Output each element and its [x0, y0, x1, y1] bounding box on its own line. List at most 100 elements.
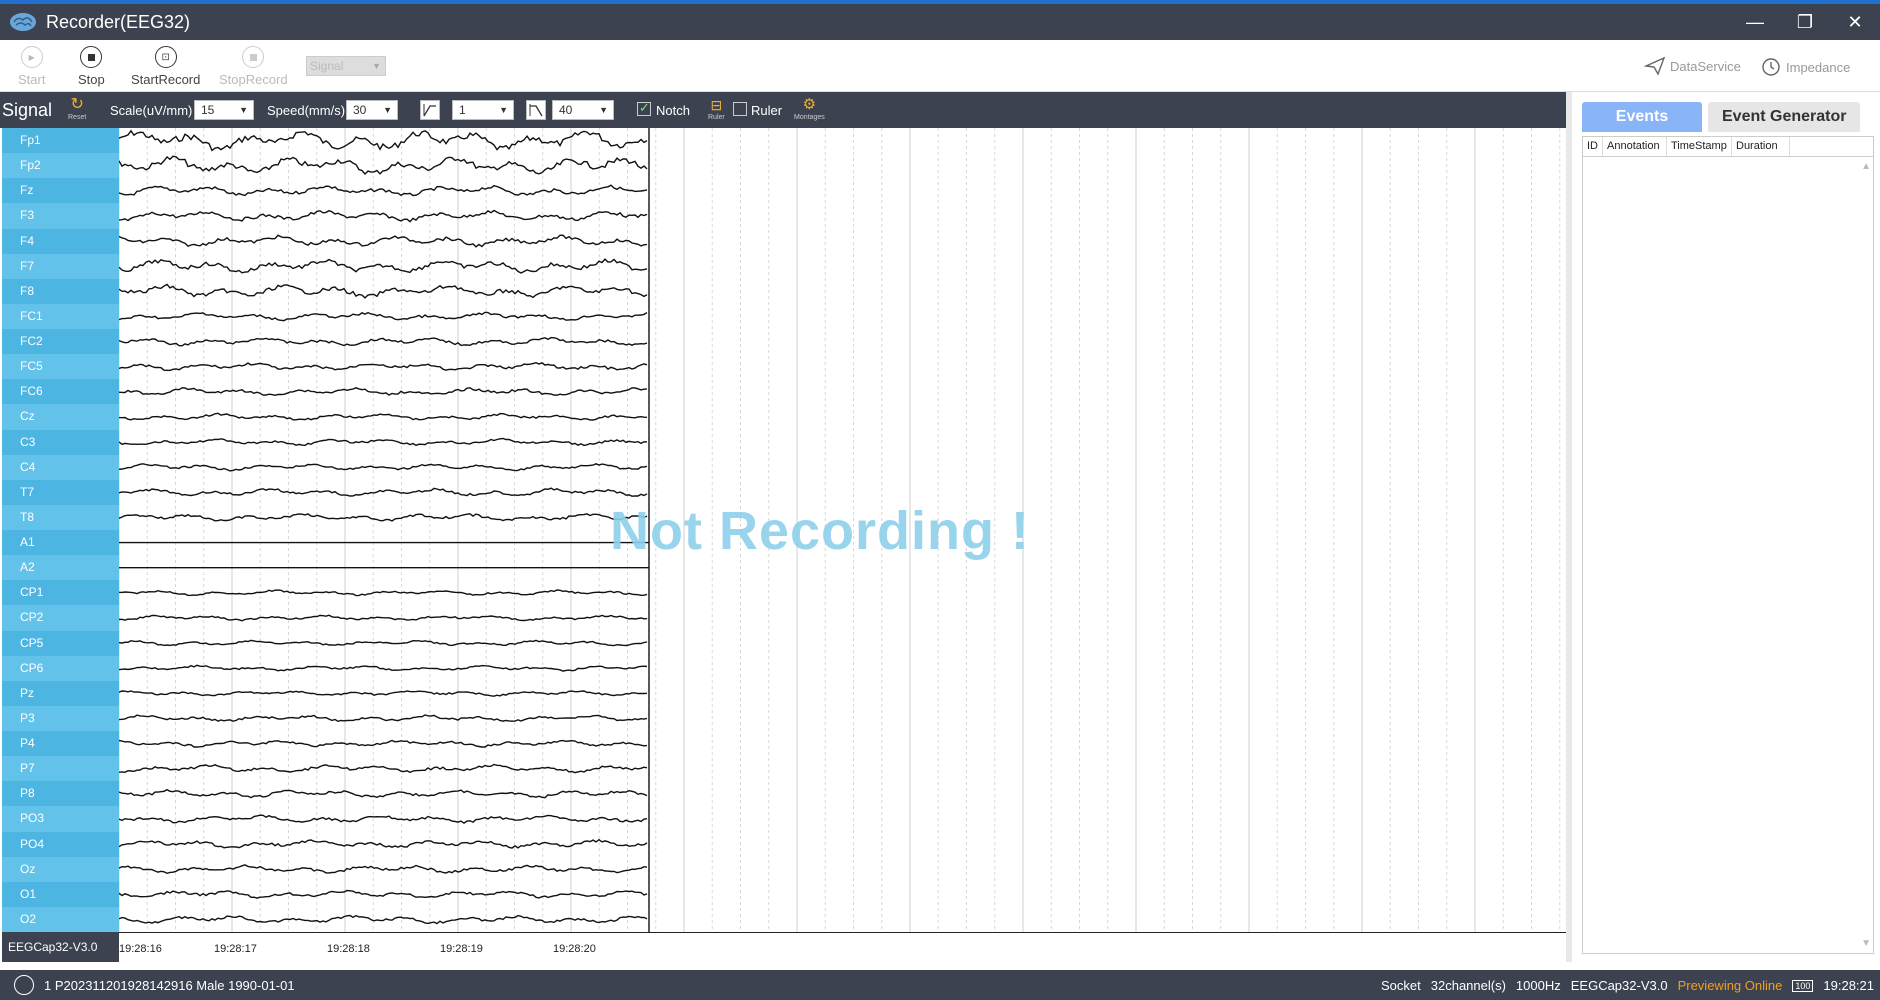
impedance-button[interactable]: Impedance: [1760, 56, 1850, 78]
patient-info: 1 P202311201928142916 Male 1990-01-01: [44, 977, 295, 993]
eeg-trace: [118, 889, 648, 899]
col-duration[interactable]: Duration: [1732, 137, 1790, 156]
data-service-label: DataService: [1670, 58, 1741, 74]
col-annotation[interactable]: Annotation: [1603, 137, 1667, 156]
eeg-trace: [118, 838, 648, 849]
gear-icon: ⚙: [802, 96, 817, 113]
channel-label[interactable]: A2: [2, 555, 119, 581]
scroll-down-icon[interactable]: ▼: [1861, 938, 1871, 949]
eeg-trace: [118, 714, 648, 723]
channel-label[interactable]: Oz: [2, 856, 119, 882]
tab-events[interactable]: Events: [1582, 102, 1702, 132]
stop-button[interactable]: Stop: [78, 46, 105, 87]
ruler-checkbox[interactable]: [733, 102, 747, 116]
col-timestamp[interactable]: TimeStamp: [1667, 137, 1732, 156]
status-time: 19:28:21: [1823, 978, 1874, 993]
lowpass-select[interactable]: 40 ▼: [552, 100, 614, 120]
time-axis: 19:28:16 19:28:17 19:28:18 19:28:19 19:28:20: [119, 932, 1566, 962]
eeg-trace: [118, 487, 648, 497]
eeg-trace: [118, 258, 648, 274]
start-button[interactable]: ▶ Start: [18, 46, 45, 87]
channel-label[interactable]: FC2: [2, 329, 119, 354]
channel-label[interactable]: T7: [2, 480, 119, 505]
eeg-trace: [118, 336, 648, 347]
eeg-trace: [118, 690, 648, 697]
channel-label[interactable]: C4: [2, 454, 119, 480]
mode-value: Signal: [310, 59, 344, 73]
channel-label[interactable]: C3: [2, 430, 119, 455]
eeg-trace: [118, 914, 648, 925]
scale-select[interactable]: 15 ▼: [194, 100, 254, 120]
lowpass-icon: [526, 100, 546, 120]
title-bar: Recorder(EEG32) — ❐ ✕: [0, 4, 1880, 40]
channel-label[interactable]: F8: [2, 279, 119, 304]
eeg-trace: [118, 155, 648, 176]
channel-label[interactable]: A1: [2, 530, 119, 555]
mode-select[interactable]: Signal ▼: [306, 56, 386, 76]
reset-icon: ↻: [70, 96, 84, 113]
channel-label[interactable]: O1: [2, 882, 119, 907]
tab-event-generator[interactable]: Event Generator: [1708, 102, 1861, 132]
channel-label[interactable]: Fp2: [2, 153, 119, 179]
channel-label[interactable]: FC5: [2, 354, 119, 380]
eeg-trace: [118, 814, 648, 824]
not-recording-overlay: Not Recording !: [610, 501, 1030, 561]
montages-button[interactable]: ⚙ Montages: [794, 96, 825, 121]
close-icon: ✕: [1847, 11, 1863, 32]
channel-label[interactable]: PO4: [2, 832, 119, 857]
channel-label[interactable]: T8: [2, 504, 119, 530]
stop-label: Stop: [78, 72, 105, 87]
channel-label[interactable]: F4: [2, 229, 119, 254]
eeg-trace: [118, 864, 648, 875]
reset-button[interactable]: ↻ Reset: [68, 96, 86, 121]
battery-icon: 100: [1792, 979, 1814, 992]
channel-label[interactable]: CP5: [2, 631, 119, 656]
channel-label[interactable]: PO3: [2, 806, 119, 832]
channel-label[interactable]: CP1: [2, 580, 119, 605]
eeg-trace: [118, 763, 648, 774]
channel-label[interactable]: Fp1: [2, 128, 119, 153]
channel-list: Fp1 Fp2 Fz F3 F4 F7 F8 FC1 FC2 FC5 FC6 Cz C3 C4 T7 T8 A1…: [2, 128, 119, 932]
data-service-button[interactable]: DataService: [1644, 56, 1741, 76]
scroll-up-icon[interactable]: ▲: [1861, 161, 1871, 172]
eeg-trace: [118, 234, 648, 248]
stop-record-button[interactable]: StopRecord: [219, 46, 288, 87]
start-record-button[interactable]: ⊡ StartRecord: [131, 46, 200, 87]
restore-button[interactable]: ❐: [1780, 4, 1830, 40]
speed-select[interactable]: 30 ▼: [346, 100, 398, 120]
eeg-trace: [118, 513, 648, 522]
channel-label[interactable]: P4: [2, 731, 119, 756]
channel-label[interactable]: Pz: [2, 681, 119, 706]
eeg-trace: [118, 387, 648, 397]
speed-label: Speed(mm/s): [267, 103, 346, 118]
record-icon: ⊡: [154, 46, 177, 68]
channel-label[interactable]: Cz: [2, 404, 119, 430]
chevron-down-icon: ▼: [372, 61, 381, 71]
highpass-select[interactable]: 1 ▼: [452, 100, 514, 120]
ruler-tool-button[interactable]: ⊟ Ruler: [708, 96, 725, 121]
chevron-down-icon: ▼: [599, 105, 608, 115]
channel-label[interactable]: P8: [2, 781, 119, 806]
eeg-trace: [118, 739, 648, 748]
channel-label[interactable]: F3: [2, 203, 119, 229]
minimize-button[interactable]: —: [1730, 4, 1780, 40]
notch-checkbox[interactable]: [637, 100, 651, 116]
col-id[interactable]: ID: [1583, 137, 1603, 156]
ruler-icon: ⊟: [710, 97, 723, 113]
channel-label[interactable]: FC6: [2, 379, 119, 404]
eeg-trace: [118, 437, 648, 447]
channel-label[interactable]: F7: [2, 253, 119, 279]
channel-label[interactable]: FC1: [2, 303, 119, 329]
close-button[interactable]: ✕: [1830, 4, 1880, 40]
minimize-icon: —: [1746, 11, 1764, 32]
scale-value: 15: [201, 103, 215, 117]
channel-label[interactable]: O2: [2, 906, 119, 932]
channel-label[interactable]: CP2: [2, 605, 119, 631]
channel-label[interactable]: CP6: [2, 655, 119, 681]
channel-label[interactable]: Fz: [2, 178, 119, 203]
channel-count: 32channel(s): [1430, 978, 1506, 993]
stop-record-icon: [242, 46, 265, 68]
channel-label[interactable]: P7: [2, 756, 119, 782]
channel-label[interactable]: P3: [2, 705, 119, 731]
eeg-trace: [118, 614, 648, 622]
